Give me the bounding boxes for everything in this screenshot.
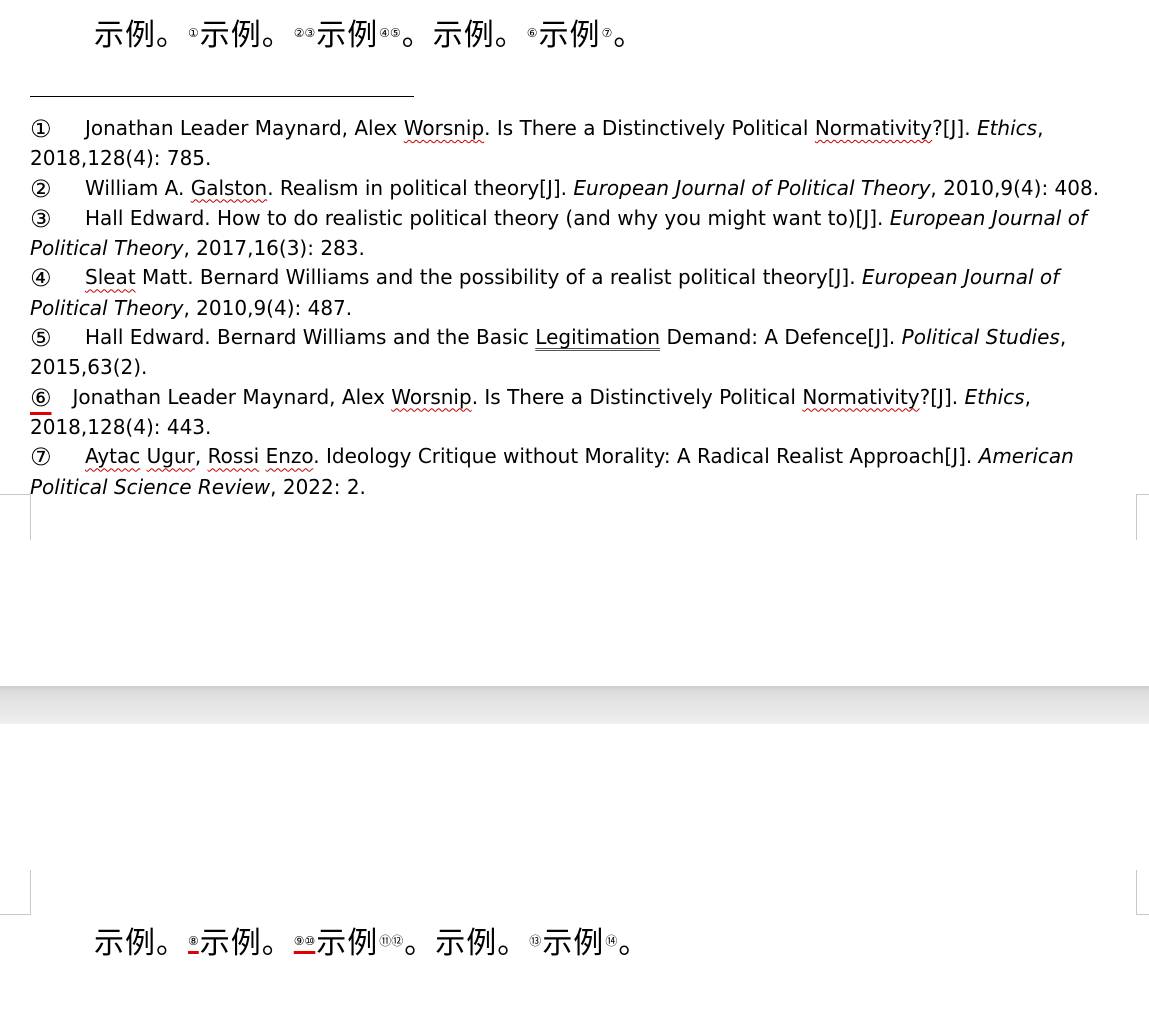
footnote-mark: ⑦ [30, 443, 52, 472]
grammar-flagged-word[interactable]: Legitimation [535, 325, 660, 349]
body-text: 示例。 [94, 18, 187, 53]
footnote-mark: ① [30, 115, 52, 143]
spellcheck-word[interactable]: Sleat [85, 265, 136, 289]
journal-title: Political Studies [901, 325, 1060, 350]
margin-corner-marker [1136, 494, 1149, 540]
footnote-separator [30, 96, 414, 97]
footnote-mark: ④ [30, 264, 52, 293]
footnote-text: Demand: A Defence[J]. [660, 325, 902, 350]
margin-corner-marker [1136, 870, 1149, 915]
footnote-mark: ⑤ [30, 324, 52, 353]
footnote-text: Hall Edward. Bernard Williams and the Ba… [85, 325, 536, 350]
footnote-text: , 2022: 2. [270, 474, 366, 499]
body-text: 示例。 [94, 926, 187, 961]
spellcheck-word[interactable]: Enzo [266, 444, 314, 468]
footnote-text: . Ideology Critique without Morality: A … [313, 444, 979, 469]
footnote-text: ?[J]. [932, 116, 977, 140]
body-text: 。 [613, 18, 645, 53]
footnote-text: , [194, 444, 208, 469]
body-text: 示例 [316, 18, 379, 53]
footnote-7[interactable]: ⑦ Aytac Ugur, Rossi Enzo. Ideology Critiq… [30, 442, 1140, 502]
body-text: 示例 [538, 18, 601, 53]
footnote-ref[interactable]: ②③ [294, 26, 316, 40]
footnote-text: , 2017,16(3): 283. [183, 236, 365, 261]
body-text: 示例 [542, 926, 605, 961]
footnote-text: Hall Edward. How to do realistic politic… [85, 205, 890, 230]
spellcheck-word[interactable]: Worsnip [391, 385, 471, 409]
footnote-text: William A. [85, 175, 191, 200]
footnote-ref[interactable]: ⑬ [529, 934, 541, 948]
footnote-text: , 2010,9(4): 408. [930, 175, 1100, 200]
footnote-6[interactable]: ⑥ Jonathan Leader Maynard, Alex Worsnip. … [30, 383, 1140, 443]
footnote-mark: ② [30, 174, 52, 203]
spellcheck-word[interactable]: Normativity [815, 116, 932, 140]
footnote-mark: ③ [30, 204, 52, 233]
journal-title: Ethics [976, 116, 1038, 140]
spellcheck-word[interactable]: Normativity [802, 385, 919, 409]
spellcheck-word[interactable]: Galston [191, 176, 267, 200]
page-gap [0, 686, 1149, 724]
body-text: 示例。 [199, 18, 293, 53]
footnote-text: Jonathan Leader Maynard, Alex [85, 116, 404, 140]
footnote-ref[interactable]: ⑥ [527, 26, 538, 40]
footnote-ref-highlighted[interactable]: ⑨⑩ [294, 934, 316, 948]
footnote-text: ?[J]. [919, 384, 965, 409]
body-text-line[interactable]: 示例。①示例。②③示例④⑤。示例。⑥示例⑦。 [94, 18, 644, 54]
footnote-1[interactable]: ① Jonathan Leader Maynard, Alex Worsnip. … [30, 114, 1140, 174]
footnote-2[interactable]: ② William A. Galston. Realism in politica… [30, 174, 1140, 204]
footnote-text: , 2010,9(4): 487. [183, 295, 353, 320]
footnote-ref[interactable]: ⑭ [605, 934, 617, 948]
footnote-text: Jonathan Leader Maynard, Alex [72, 384, 392, 409]
body-text: 。示例。 [401, 18, 526, 53]
footnote-ref[interactable]: ⑦ [602, 26, 613, 40]
footnote-text: . Realism in political theory[J]. [267, 175, 574, 200]
journal-title: Ethics [964, 384, 1025, 409]
spellcheck-word[interactable]: Aytac [85, 444, 140, 468]
footnote-ref[interactable]: ④⑤ [379, 26, 401, 40]
footnote-text: Matt. Bernard Williams and the possibili… [135, 265, 862, 290]
footnote-ref-highlighted[interactable]: ⑧ [188, 934, 199, 948]
document-page-2 [0, 724, 1149, 1010]
footnote-list[interactable]: ① Jonathan Leader Maynard, Alex Worsnip. … [30, 114, 1140, 502]
margin-corner-marker [0, 494, 31, 540]
body-text: 示例 [316, 926, 379, 961]
footnote-text: . Is There a Distinctively Political [471, 384, 803, 409]
margin-corner-marker [0, 870, 31, 915]
body-text: 。 [618, 926, 650, 961]
footnote-text: . Is There a Distinctively Political [484, 116, 815, 140]
footnote-5[interactable]: ⑤ Hall Edward. Bernard Williams and the B… [30, 323, 1140, 383]
footnote-ref[interactable]: ⑪⑫ [379, 934, 403, 948]
footnote-ref[interactable]: ① [188, 26, 199, 40]
body-text: 示例。 [199, 926, 293, 961]
journal-title: European Journal of Political Theory [573, 175, 931, 200]
spellcheck-word[interactable]: Ugur [147, 444, 195, 468]
body-text-line[interactable]: 示例。⑧示例。⑨⑩示例⑪⑫。示例。⑬示例⑭。 [94, 926, 649, 962]
footnote-mark-highlighted: ⑥ [30, 383, 52, 412]
footnote-3[interactable]: ③ Hall Edward. How to do realistic politi… [30, 204, 1140, 264]
footnote-4[interactable]: ④ Sleat Matt. Bernard Williams and the po… [30, 263, 1140, 323]
spellcheck-word[interactable]: Worsnip [404, 116, 484, 140]
spellcheck-word[interactable]: Rossi [208, 444, 260, 468]
body-text: 。示例。 [404, 926, 529, 961]
